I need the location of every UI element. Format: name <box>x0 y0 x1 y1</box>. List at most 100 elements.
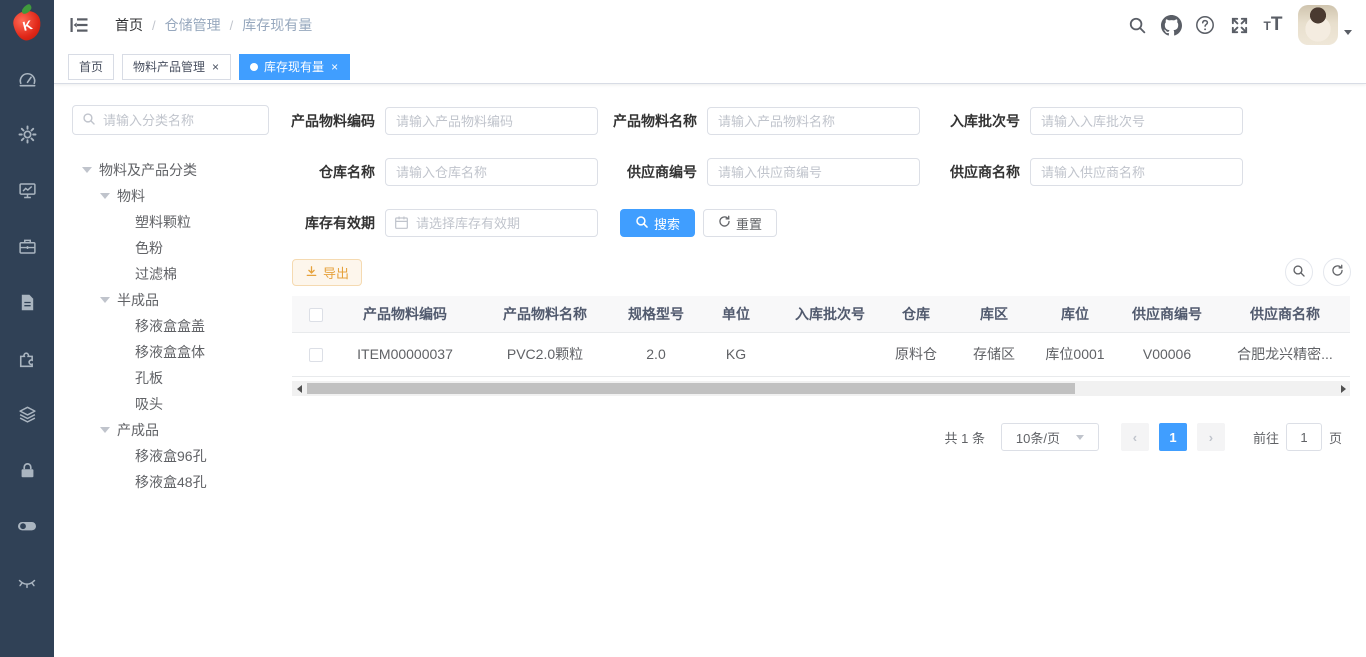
caret-down-icon[interactable] <box>100 427 110 433</box>
field-label: 产品物料名称 <box>595 107 707 135</box>
input-供应商编号[interactable] <box>707 158 920 186</box>
tab-close-icon[interactable]: × <box>211 61 220 73</box>
input-仓库名称[interactable] <box>385 158 598 186</box>
column-header-库位: 库位 <box>1036 296 1114 332</box>
tree-node-label: 移液盒盒体 <box>135 342 205 362</box>
user-avatar-menu[interactable] <box>1298 5 1352 45</box>
breadcrumb-item: 库存现有量 <box>242 15 312 35</box>
github-icon[interactable] <box>1154 0 1188 50</box>
category-tree: 物料及产品分类物料塑料颗粒色粉过滤棉半成品移液盒盒盖移液盒盒体孔板吸头产成品移液… <box>54 157 289 495</box>
reset-button[interactable]: 重置 <box>703 209 777 237</box>
main-content: 物料及产品分类物料塑料颗粒色粉过滤棉半成品移液盒盒盖移液盒盒体孔板吸头产成品移液… <box>54 84 1366 657</box>
header-actions: TT <box>1120 0 1352 50</box>
filter-field-仓库名称: 仓库名称 <box>273 158 598 186</box>
field-label: 入库批次号 <box>918 107 1030 135</box>
table-body: ITEM00000037PVC2.0颗粒2.0KG原料仓存储区库位0001V00… <box>292 332 1350 376</box>
tree-node-塑料颗粒[interactable]: 塑料颗粒 <box>54 209 289 235</box>
tree-node-半成品[interactable]: 半成品 <box>54 287 289 313</box>
sidebar-item-toggle[interactable] <box>0 498 54 554</box>
tree-node-label: 塑料颗粒 <box>135 212 191 232</box>
column-header-规格型号: 规格型号 <box>620 296 692 332</box>
date-input-库存有效期[interactable] <box>385 209 598 237</box>
cell-产品物料名称: PVC2.0颗粒 <box>470 332 620 376</box>
sidebar-item-document[interactable] <box>0 274 54 330</box>
column-header-仓库: 仓库 <box>880 296 952 332</box>
cell-单位: KG <box>692 332 780 376</box>
cell-库区: 存储区 <box>952 332 1036 376</box>
avatar[interactable] <box>1298 5 1338 45</box>
scroll-left-arrow-icon[interactable] <box>292 381 306 396</box>
input-供应商名称[interactable] <box>1030 158 1243 186</box>
search-button[interactable]: 搜索 <box>620 209 695 237</box>
fullscreen-icon[interactable] <box>1222 0 1256 50</box>
tree-node-移液盒盒体[interactable]: 移液盒盒体 <box>54 339 289 365</box>
sidebar-item-monitor[interactable] <box>0 162 54 218</box>
tree-node-移液盒48孔[interactable]: 移液盒48孔 <box>54 469 289 495</box>
checkbox-column-header <box>292 296 340 332</box>
row-checkbox-cell <box>292 332 340 376</box>
row-checkbox[interactable] <box>309 348 323 362</box>
table-row[interactable]: ITEM00000037PVC2.0颗粒2.0KG原料仓存储区库位0001V00… <box>292 332 1350 376</box>
tab-close-icon[interactable]: × <box>330 61 339 73</box>
sidebar-item-eye-closed[interactable] <box>0 554 54 610</box>
question-icon[interactable] <box>1188 0 1222 50</box>
page-size-select[interactable]: 10条/页 <box>1001 423 1099 451</box>
input-产品物料名称[interactable] <box>707 107 920 135</box>
search-icon <box>82 112 96 129</box>
tab-label: 首页 <box>79 58 103 75</box>
toggle-search-button[interactable] <box>1285 258 1313 286</box>
input-产品物料编码[interactable] <box>385 107 598 135</box>
sidebar-item-layers[interactable] <box>0 386 54 442</box>
tree-node-物料及产品分类[interactable]: 物料及产品分类 <box>54 157 289 183</box>
breadcrumb-item[interactable]: 首页 <box>115 15 143 35</box>
sidebar-item-briefcase[interactable] <box>0 218 54 274</box>
tree-node-色粉[interactable]: 色粉 <box>54 235 289 261</box>
tree-node-吸头[interactable]: 吸头 <box>54 391 289 417</box>
sidebar-item-dashboard[interactable] <box>0 50 54 106</box>
tree-node-移液盒盒盖[interactable]: 移液盒盒盖 <box>54 313 289 339</box>
field-label: 库存有效期 <box>273 209 385 237</box>
next-page-button[interactable]: › <box>1197 423 1225 451</box>
tab-首页[interactable]: 首页 <box>68 54 114 80</box>
input-入库批次号[interactable] <box>1030 107 1243 135</box>
sidebar-item-puzzle[interactable] <box>0 330 54 386</box>
total-count-label: 共 1 条 <box>945 428 985 447</box>
page-button-1[interactable]: 1 <box>1159 423 1187 451</box>
filter-field-库存有效期: 库存有效期 <box>273 209 598 237</box>
caret-down-icon[interactable] <box>100 297 110 303</box>
category-search-input[interactable] <box>103 113 259 128</box>
tree-node-产成品[interactable]: 产成品 <box>54 417 289 443</box>
tab-库存现有量[interactable]: 库存现有量× <box>239 54 350 80</box>
prev-page-button[interactable]: ‹ <box>1121 423 1149 451</box>
sidebar-item-gear[interactable] <box>0 106 54 162</box>
sidebar-item-lock[interactable] <box>0 442 54 498</box>
tree-node-物料[interactable]: 物料 <box>54 183 289 209</box>
export-button[interactable]: 导出 <box>292 259 362 286</box>
tree-node-过滤棉[interactable]: 过滤棉 <box>54 261 289 287</box>
filter-field-产品物料名称: 产品物料名称 <box>595 107 920 135</box>
tab-物料产品管理[interactable]: 物料产品管理 × <box>122 54 231 80</box>
scrollbar-thumb[interactable] <box>307 383 1075 394</box>
goto-page-input[interactable] <box>1286 423 1322 451</box>
select-all-checkbox[interactable] <box>309 308 323 322</box>
cell-产品物料编码: ITEM00000037 <box>340 332 470 376</box>
horizontal-scrollbar[interactable] <box>292 381 1350 396</box>
font-size-icon[interactable]: TT <box>1256 0 1290 50</box>
sidebar-collapse-icon[interactable] <box>69 16 89 34</box>
app-logo[interactable]: K <box>0 0 54 50</box>
refresh-table-button[interactable] <box>1323 258 1351 286</box>
search-icon[interactable] <box>1120 0 1154 50</box>
column-header-库区: 库区 <box>952 296 1036 332</box>
field-label: 仓库名称 <box>273 158 385 186</box>
scroll-right-arrow-icon[interactable] <box>1336 381 1350 396</box>
category-search-box <box>72 105 269 135</box>
export-button-label: 导出 <box>323 263 349 282</box>
tree-node-移液盒96孔[interactable]: 移液盒96孔 <box>54 443 289 469</box>
sidebar-menu <box>0 50 54 610</box>
caret-down-icon[interactable] <box>82 167 92 173</box>
goto-page: 前往 页 <box>1253 423 1342 451</box>
column-header-产品物料名称: 产品物料名称 <box>470 296 620 332</box>
tab-label: 物料产品管理 <box>133 58 205 75</box>
tree-node-孔板[interactable]: 孔板 <box>54 365 289 391</box>
caret-down-icon[interactable] <box>100 193 110 199</box>
